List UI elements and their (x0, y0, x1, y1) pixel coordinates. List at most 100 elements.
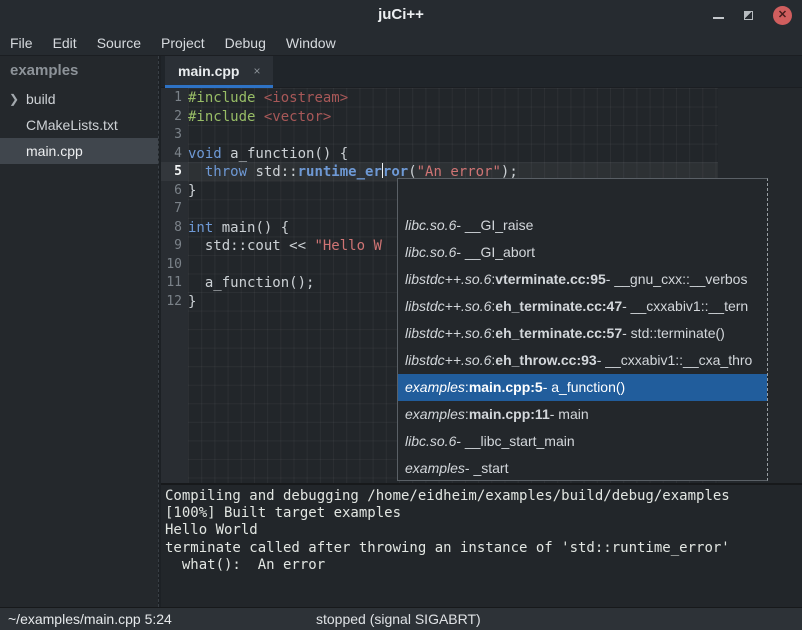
menu-item-edit[interactable]: Edit (43, 30, 87, 56)
frame-file: eh_throw.cc:93 (495, 352, 596, 368)
code-token: <vector> (264, 109, 331, 125)
stack-frame-row[interactable]: libc.so.6 - __libc_start_main (398, 428, 767, 455)
code-token: "Hello W (314, 238, 381, 254)
code-token: std:: (247, 164, 298, 180)
line-number: 5 (161, 163, 182, 182)
line-number: 12 (161, 293, 182, 312)
line-number: 3 (161, 126, 182, 145)
line-number: 7 (161, 200, 182, 219)
stack-frame-row[interactable]: libc.so.6 - __GI_raise (398, 211, 767, 238)
statusbar: ~/examples/main.cpp 5:24 stopped (signal… (0, 607, 802, 630)
stack-frame-row[interactable]: libstdc++.so.6:eh_throw.cc:93 - __cxxabi… (398, 346, 767, 373)
code-token (255, 109, 263, 125)
menu-item-file[interactable]: File (0, 30, 43, 56)
stack-frame-row[interactable]: libstdc++.so.6:eh_terminate.cc:47 - __cx… (398, 292, 767, 319)
frame-lib: libstdc++.so.6 (405, 325, 491, 341)
code-token: } (188, 183, 196, 199)
tree-item-label: CMakeLists.txt (26, 117, 118, 133)
frame-func: - a_function() (543, 379, 625, 395)
frame-file: main.cpp:11 (469, 406, 550, 422)
code-line: #include <iostream> (188, 89, 518, 108)
code-line (188, 126, 518, 145)
line-number: 10 (161, 256, 182, 275)
stack-frame-row[interactable]: libc.so.6 - __GI_abort (398, 238, 767, 265)
close-button[interactable]: ✕ (773, 6, 792, 25)
code-token (255, 90, 263, 106)
frame-func: - std::terminate() (622, 325, 725, 341)
minimize-button[interactable] (713, 17, 724, 19)
code-token: void (188, 146, 222, 162)
tree-item-label: main.cpp (26, 143, 83, 159)
stack-trace-popup: libc.so.6 - __GI_raiselibc.so.6 - __GI_a… (397, 178, 768, 481)
line-numbers: 123456789101112 (161, 89, 182, 312)
stack-frame-row[interactable]: libstdc++.so.6:eh_terminate.cc:57 - std:… (398, 319, 767, 346)
code-token: } (188, 294, 196, 310)
frame-func: - __cxxabiv1::__cxa_thro (597, 352, 753, 368)
chevron-right-icon[interactable]: ❯ (9, 86, 19, 112)
terminal-line: Compiling and debugging /home/eidheim/ex… (165, 488, 798, 505)
frame-lib: libc.so.6 (405, 217, 456, 233)
frame-func: - __cxxabiv1::__tern (622, 298, 748, 314)
menubar: FileEditSourceProjectDebugWindow (0, 30, 802, 56)
tab-main-cpp[interactable]: main.cpp × (165, 56, 273, 88)
frame-lib: libc.so.6 (405, 433, 456, 449)
menu-item-window[interactable]: Window (276, 30, 346, 56)
code-token: #include (188, 109, 255, 125)
tree-item-main-cpp[interactable]: main.cpp (0, 138, 158, 164)
code-token: int (188, 220, 213, 236)
line-number: 11 (161, 274, 182, 293)
stack-frame-row[interactable]: examples - _start (398, 455, 767, 481)
frame-lib: libstdc++.so.6 (405, 298, 491, 314)
code-token: main() { (213, 220, 289, 236)
restore-button[interactable] (744, 11, 753, 20)
titlebar[interactable]: juCi++ ✕ (0, 0, 802, 30)
tree-items: ❯build CMakeLists.txt main.cpp (0, 86, 158, 164)
sidebar-file-tree: examples ❯buildCMakeLists.txtmain.cpp (0, 56, 158, 607)
terminal-line: what(): An error (165, 557, 798, 574)
code-line: #include <vector> (188, 108, 518, 127)
tab-bar: main.cpp × (161, 56, 802, 88)
tree-item-build[interactable]: ❯build (0, 86, 158, 112)
frame-file: eh_terminate.cc:57 (495, 325, 622, 341)
tab-label: main.cpp (178, 63, 239, 79)
code-line: void a_function() { (188, 145, 518, 164)
stack-frame-row[interactable] (398, 179, 767, 211)
frame-file: vterminate.cc:95 (495, 271, 606, 287)
line-number: 6 (161, 182, 182, 201)
code-token: throw (205, 164, 247, 180)
code-token: runtime_er (298, 164, 382, 180)
frame-lib: libstdc++.so.6 (405, 352, 491, 368)
terminal-line: terminate called after throwing an insta… (165, 540, 798, 557)
frame-lib: examples (405, 406, 465, 422)
line-number: 4 (161, 145, 182, 164)
line-number: 1 (161, 89, 182, 108)
code-token (188, 164, 205, 180)
menu-item-project[interactable]: Project (151, 30, 215, 56)
line-number: 8 (161, 219, 182, 238)
status-debug: stopped (signal SIGABRT) (316, 608, 481, 630)
code-token: a_function(); (188, 275, 314, 291)
frame-func: - main (550, 406, 589, 422)
stack-frame-row[interactable]: examples:main.cpp:5 - a_function() (398, 374, 767, 401)
stack-frame-row[interactable]: libstdc++.so.6:vterminate.cc:95 - __gnu_… (398, 265, 767, 292)
code-token: std::cout << (188, 238, 314, 254)
frame-lib: examples (405, 379, 465, 395)
frame-func: - __gnu_cxx::__verbos (606, 271, 748, 287)
frame-func: - __libc_start_main (456, 433, 574, 449)
juci-window: juCi++ ✕ FileEditSourceProjectDebugWindo… (0, 0, 802, 630)
frame-func: - __GI_abort (456, 244, 535, 260)
frame-lib: libstdc++.so.6 (405, 271, 491, 287)
window-title: juCi++ (0, 0, 802, 30)
window-controls: ✕ (713, 0, 792, 30)
menu-item-debug[interactable]: Debug (215, 30, 276, 56)
frame-lib: libc.so.6 (405, 244, 456, 260)
terminal-output[interactable]: Compiling and debugging /home/eidheim/ex… (161, 483, 802, 607)
code-token: #include (188, 90, 255, 106)
code-token: a_function() { (222, 146, 348, 162)
line-number: 2 (161, 108, 182, 127)
stack-frame-row[interactable]: examples:main.cpp:11 - main (398, 401, 767, 428)
menu-item-source[interactable]: Source (87, 30, 151, 56)
tab-close-icon[interactable]: × (253, 64, 260, 78)
close-icon: ✕ (778, 9, 787, 21)
tree-item-cmakelists-txt[interactable]: CMakeLists.txt (0, 112, 158, 138)
